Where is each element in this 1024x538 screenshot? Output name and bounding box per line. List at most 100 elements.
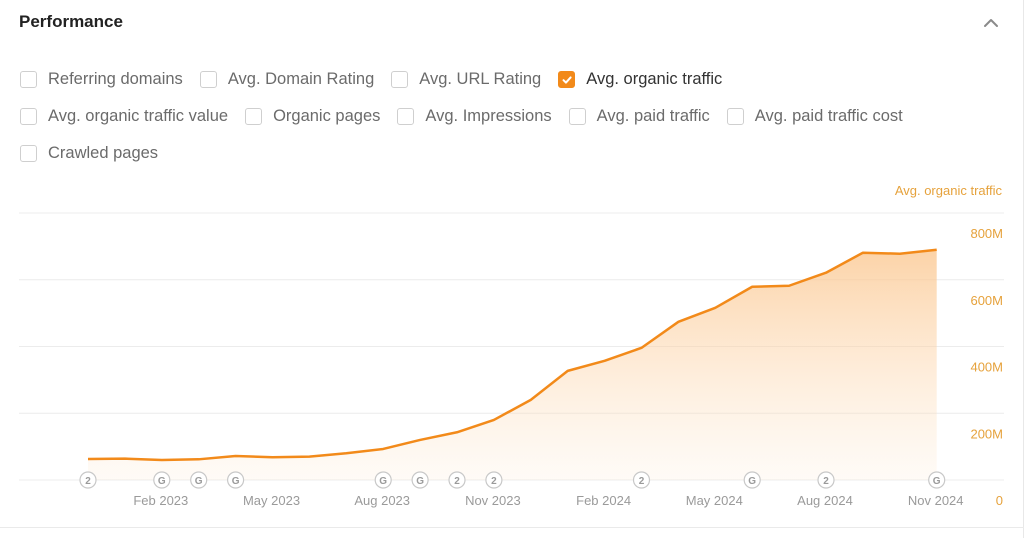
performance-panel: Performance Referring domains Avg. Domain…: [0, 0, 1024, 538]
checkbox-checked-icon[interactable]: [558, 71, 576, 88]
x-tick-label: May 2024: [686, 493, 743, 508]
metric-checkbox-avg-domain-rating[interactable]: Avg. Domain Rating: [199, 70, 374, 89]
checkmark-icon: [562, 75, 572, 84]
data-point: [603, 359, 607, 363]
metric-checkbox-label: Referring domains: [48, 70, 183, 88]
data-point: [898, 252, 902, 256]
annotation-label: 2: [823, 476, 829, 487]
metric-checkbox-label: Avg. paid traffic: [596, 107, 710, 125]
google-update-marker[interactable]: G: [928, 471, 946, 489]
metric-checkbox-label: Crawled pages: [48, 144, 159, 162]
data-point: [455, 430, 459, 434]
metric-row: Referring domains Avg. Domain Rating Avg. …: [20, 61, 1010, 98]
collapse-button[interactable]: [978, 10, 1004, 36]
checkbox-unchecked-icon[interactable]: [397, 108, 415, 125]
google-update-marker[interactable]: G: [153, 471, 171, 489]
data-point: [676, 320, 680, 324]
annotation-marker[interactable]: 2: [485, 471, 503, 489]
metric-checkbox-label: Avg. URL Rating: [419, 70, 542, 88]
metric-checkbox-organic-pages[interactable]: Organic pages: [245, 107, 380, 126]
data-point: [344, 451, 348, 455]
annotation-label: G: [748, 476, 756, 487]
annotation-label: G: [232, 476, 240, 487]
y-tick-label: 0: [996, 493, 1003, 508]
y-tick-label: 200M: [970, 426, 1003, 441]
checkbox-unchecked-icon[interactable]: [20, 108, 37, 125]
checkbox-unchecked-icon[interactable]: [199, 71, 217, 88]
google-update-marker[interactable]: G: [411, 471, 429, 489]
x-tick-label: Nov 2024: [908, 493, 964, 508]
y-tick-label: 800M: [970, 226, 1003, 241]
metric-checkbox-label: Avg. Impressions: [425, 107, 552, 125]
metric-row: Avg. organic traffic value Organic pages A…: [20, 98, 1010, 135]
x-tick-label: May 2023: [243, 493, 300, 508]
annotation-marker[interactable]: 2: [632, 471, 651, 489]
data-point: [713, 306, 717, 310]
checkbox-unchecked-icon[interactable]: [20, 145, 37, 162]
data-point: [861, 251, 865, 255]
google-update-marker[interactable]: G: [743, 471, 761, 489]
google-update-marker[interactable]: G: [374, 471, 392, 489]
annotation-label: G: [933, 476, 941, 487]
metric-row: Crawled pages: [20, 135, 1010, 172]
y-tick-label: 400M: [970, 360, 1003, 375]
annotation-marker[interactable]: 2: [79, 471, 97, 489]
annotation-label: G: [195, 476, 203, 487]
checkbox-unchecked-icon[interactable]: [245, 108, 263, 125]
data-point: [307, 455, 311, 459]
y-tick-label: 600M: [970, 293, 1003, 308]
metric-checkbox-label: Avg. paid traffic cost: [754, 107, 903, 125]
annotation-label: G: [379, 476, 387, 487]
data-point: [529, 398, 533, 402]
metric-checkbox-avg-paid-traffic[interactable]: Avg. paid traffic: [568, 107, 710, 126]
annotation-marker[interactable]: 2: [448, 471, 466, 489]
checkbox-unchecked-icon[interactable]: [20, 71, 37, 88]
metric-checkbox-crawled-pages[interactable]: Crawled pages: [20, 144, 158, 163]
metric-checkbox-avg-organic-traffic-value[interactable]: Avg. organic traffic value: [20, 107, 228, 126]
google-update-marker[interactable]: G: [227, 471, 245, 489]
annotation-label: 2: [639, 476, 645, 487]
checkbox-unchecked-icon[interactable]: [391, 71, 409, 88]
traffic-chart: 0 200M 400M 600M 800M 2 G G G G G 2 2 2 G 2 G Feb 2023 May…: [19, 212, 1004, 508]
x-tick-label: Aug 2023: [354, 493, 410, 508]
data-point: [418, 438, 422, 442]
data-point: [160, 458, 164, 462]
data-point: [824, 271, 828, 275]
data-point: [86, 457, 90, 461]
annotation-label: G: [158, 476, 166, 487]
data-point: [123, 457, 127, 461]
annotation-marker[interactable]: 2: [817, 471, 835, 489]
metric-checkbox-avg-paid-traffic-cost[interactable]: Avg. paid traffic cost: [726, 107, 903, 126]
data-point: [566, 369, 570, 373]
checkbox-unchecked-icon[interactable]: [568, 108, 586, 125]
metric-checkbox-referring-domains[interactable]: Referring domains: [20, 70, 183, 89]
annotation-label: 2: [454, 476, 460, 487]
metric-checkbox-avg-organic-traffic[interactable]: Avg. organic traffic: [558, 70, 722, 89]
data-point: [197, 457, 201, 461]
panel-bottom-divider: [0, 527, 1024, 528]
x-tick-label: Feb 2023: [133, 493, 188, 508]
chevron-up-icon: [984, 19, 998, 27]
data-point: [750, 285, 754, 289]
google-update-marker[interactable]: G: [190, 471, 208, 489]
data-point: [492, 418, 496, 422]
checkbox-unchecked-icon[interactable]: [726, 108, 744, 125]
traffic-area: [88, 249, 937, 480]
metric-checkbox-label: Organic pages: [273, 107, 381, 125]
panel-title: Performance: [19, 12, 123, 31]
annotation-label: G: [416, 476, 424, 487]
data-point: [234, 454, 238, 458]
data-point: [640, 346, 644, 350]
data-point: [271, 455, 275, 459]
metric-checkbox-avg-url-rating[interactable]: Avg. URL Rating: [391, 70, 541, 89]
data-point: [935, 248, 939, 252]
x-tick-label: Aug 2024: [797, 493, 853, 508]
metric-checkbox-label: Avg. organic traffic value: [48, 107, 229, 125]
data-point: [381, 447, 385, 451]
x-tick-label: Nov 2023: [465, 493, 521, 508]
metric-checkbox-avg-impressions[interactable]: Avg. Impressions: [397, 107, 552, 126]
metric-checkbox-label: Avg. organic traffic: [586, 70, 723, 88]
annotation-label: 2: [491, 476, 497, 487]
data-point: [787, 284, 791, 288]
annotation-label: 2: [85, 476, 91, 487]
